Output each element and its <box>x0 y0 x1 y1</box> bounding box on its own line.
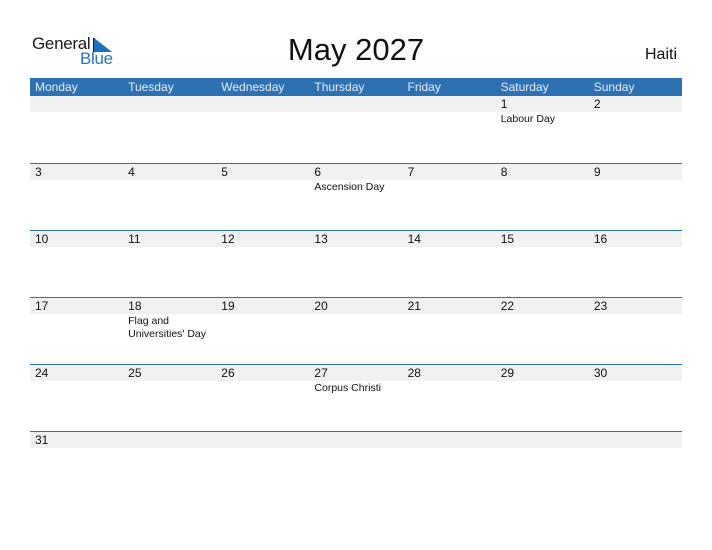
weekday-saturday: Saturday <box>500 80 549 94</box>
day-number: 20 <box>314 299 328 313</box>
day-cell: 1 Labour Day <box>496 96 589 163</box>
day-cell: 11 <box>123 231 216 297</box>
day-number: 3 <box>35 165 42 179</box>
day-number: 11 <box>128 232 141 246</box>
day-number: 9 <box>593 165 601 179</box>
day-number: 28 <box>407 366 421 380</box>
day-cell <box>30 96 123 163</box>
day-cell: 18 Flag and Universities' Day <box>123 298 216 364</box>
day-cell: 4 <box>123 164 216 230</box>
week-row: 31 <box>30 431 682 448</box>
day-number: 8 <box>500 165 508 179</box>
week-row: 24 25 26 27 Corpus Christi 28 29 30 <box>30 364 682 431</box>
day-number: 17 <box>35 299 49 313</box>
day-cell <box>403 96 496 163</box>
day-number: 5 <box>221 165 228 179</box>
calendar-title: May 2027 <box>287 32 425 67</box>
day-cell: 16 <box>589 231 682 297</box>
day-number: 14 <box>407 232 421 246</box>
day-number: 23 <box>593 299 608 313</box>
day-cell: 29 <box>496 365 589 431</box>
day-number: 6 <box>314 165 322 179</box>
day-number: 30 <box>593 366 608 380</box>
day-cell: 12 <box>216 231 309 297</box>
day-number: 12 <box>221 232 235 246</box>
day-number: 2 <box>593 97 601 111</box>
weekday-tuesday: Tuesday <box>128 80 174 94</box>
day-cell: 28 <box>403 365 496 431</box>
day-cell: 27 Corpus Christi <box>309 365 402 431</box>
day-cell: 9 <box>589 164 682 230</box>
day-number: 10 <box>35 232 49 246</box>
date-strip <box>30 432 682 448</box>
country-label: Haiti <box>644 46 677 63</box>
day-cell: 5 <box>216 164 309 230</box>
day-cell <box>309 96 402 163</box>
week-row: 10 11 12 13 14 15 16 <box>30 230 682 297</box>
day-cell: 26 <box>216 365 309 431</box>
day-cell: 6 Ascension Day <box>309 164 402 230</box>
day-number: 26 <box>221 366 235 380</box>
weekday-wednesday: Wednesday <box>221 80 285 94</box>
holiday-label: Corpus Christi <box>314 382 381 394</box>
week-row: 3 4 5 6 Ascension Day 7 8 9 <box>30 163 682 230</box>
day-number: 27 <box>314 366 328 380</box>
holiday-label: Ascension Day <box>314 181 385 193</box>
weekday-sunday: Sunday <box>593 80 635 94</box>
day-cell: 3 <box>30 164 123 230</box>
holiday-label: Flag and Universities' Day <box>128 315 206 340</box>
day-number: 19 <box>221 299 235 313</box>
calendar-grid: 1 Labour Day 2 3 4 5 6 Ascension Day 7 8 9 10 11 12 13… <box>30 96 682 448</box>
day-number: 16 <box>593 232 608 246</box>
day-cell: 23 <box>589 298 682 364</box>
day-number: 4 <box>128 165 135 179</box>
day-cell: 21 <box>403 298 496 364</box>
day-cell: 10 <box>30 231 123 297</box>
day-number: 15 <box>500 232 515 246</box>
day-cell: 13 <box>309 231 402 297</box>
week-row: 17 18 Flag and Universities' Day 19 20 21 22 23 <box>30 297 682 364</box>
week-row: 1 Labour Day 2 <box>30 96 682 163</box>
weekday-thursday: Thursday <box>314 80 365 94</box>
holiday-label: Labour Day <box>500 113 555 125</box>
day-cell: 24 <box>30 365 123 431</box>
weekday-header: Monday Tuesday Wednesday Thursday Friday… <box>30 78 682 96</box>
day-cell: 19 <box>216 298 309 364</box>
day-cell <box>123 96 216 163</box>
day-cell: 22 <box>496 298 589 364</box>
day-cell: 2 <box>589 96 682 163</box>
day-cell: 31 <box>30 432 123 448</box>
day-number: 18 <box>128 299 142 313</box>
day-cell: 25 <box>123 365 216 431</box>
day-number: 21 <box>407 299 421 313</box>
day-cell: 7 <box>403 164 496 230</box>
weekday-monday: Monday <box>35 80 78 94</box>
day-cell: 8 <box>496 164 589 230</box>
day-cell: 20 <box>309 298 402 364</box>
day-cell <box>216 96 309 163</box>
day-number: 29 <box>500 366 515 380</box>
day-number: 24 <box>35 366 49 380</box>
day-number: 7 <box>407 165 415 179</box>
day-cell: 30 <box>589 365 682 431</box>
weekday-friday: Friday <box>407 80 441 94</box>
day-number: 25 <box>128 366 142 380</box>
day-cell: 14 <box>403 231 496 297</box>
day-number: 13 <box>314 232 328 246</box>
day-cell: 17 <box>30 298 123 364</box>
day-number: 31 <box>35 433 49 447</box>
day-cell: 15 <box>496 231 589 297</box>
day-number: 1 <box>500 97 508 111</box>
day-number: 22 <box>500 299 515 313</box>
